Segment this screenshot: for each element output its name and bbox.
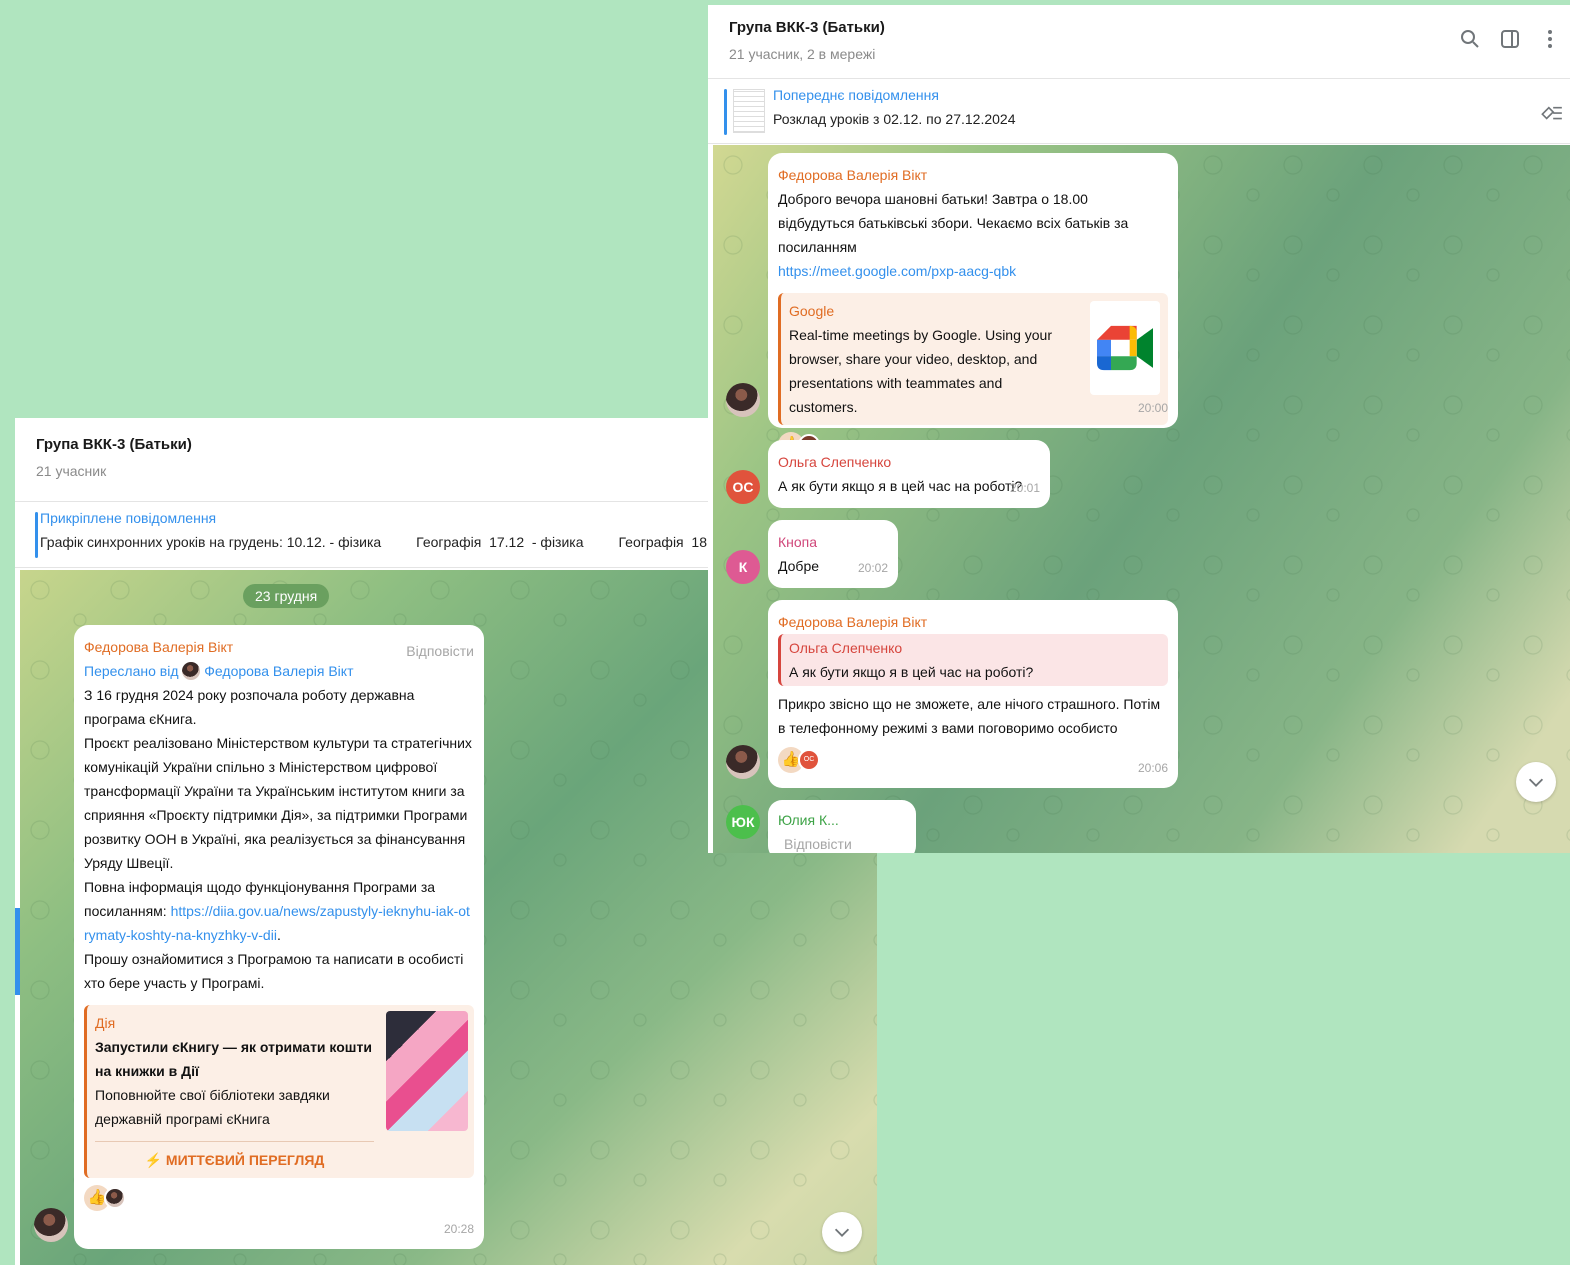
message-text-4: Прошу ознайомитися з Програмою та написа… (84, 951, 464, 991)
more-icon[interactable] (1538, 27, 1562, 51)
message-text: Доброго вечора шановні батьки! Завтра о … (778, 191, 1129, 255)
quote-text: А як бути якщо я в цей час на роботі? (789, 664, 1034, 680)
message-bubble[interactable]: Кнопа Добре 20:02 (768, 520, 898, 588)
chat-window-right: Група ВКК-3 (Батьки) 21 учасник, 2 в мер… (708, 5, 1570, 853)
avatar-os[interactable]: ОС (726, 470, 760, 504)
selection-indicator (15, 908, 20, 995)
pinned-text: Розклад уроків з 02.12. по 27.12.2024 (773, 111, 1016, 127)
message-text-3: Повна інформація щодо функціонування Про… (84, 875, 474, 947)
reactor-avatar: ОС (798, 749, 820, 771)
forwarded-name: Федорова Валерія Вікт (204, 663, 354, 679)
avatar[interactable] (34, 1208, 68, 1242)
forwarded-prefix: Переслано від (84, 663, 179, 679)
chat-header[interactable]: Група ВКК-3 (Батьки) 21 учасник, 2 в мер… (708, 5, 1570, 79)
message-bubble[interactable]: Федорова Валерія Вікт Відповісти Пересла… (74, 625, 484, 1249)
avatar[interactable] (726, 745, 760, 779)
google-meet-icon (1090, 301, 1160, 395)
chevron-down-icon (1528, 778, 1544, 787)
message-time: 20:01 (1009, 481, 1040, 495)
reactions[interactable]: 👍 ОС (778, 746, 1168, 774)
message-bubble[interactable]: Федорова Валерія Вікт Ольга Слепченко А … (768, 600, 1178, 788)
message-bubble[interactable]: Ольга Слепченко А як бути якщо я в цей ч… (768, 440, 1050, 508)
header-actions (1458, 27, 1562, 51)
date-separator: 23 грудня (243, 584, 330, 608)
pinned-list-icon[interactable] (1538, 99, 1564, 125)
chat-title: Група ВКК-3 (Батьки) (729, 19, 885, 36)
chat-subtitle: 21 учасник, 2 в мережі (729, 46, 876, 62)
reply-button[interactable]: Відповісти (784, 836, 852, 852)
reactor-avatar (104, 1187, 126, 1209)
avatar[interactable] (726, 383, 760, 417)
pinned-text: Графік синхронних уроків на грудень: 10.… (40, 534, 735, 550)
message-text-2: Проєкт реалізовано Міністерством культур… (84, 735, 472, 871)
reply-button[interactable]: Відповісти (406, 639, 474, 663)
preview-site: Дія (95, 1015, 116, 1031)
pinned-thumbnail (733, 89, 765, 133)
scroll-down-button[interactable] (1516, 762, 1556, 802)
message-time: 20:02 (857, 561, 888, 575)
forwarded-avatar (182, 662, 201, 680)
sender-name[interactable]: Федорова Валерія Вікт (778, 163, 1168, 187)
message-bubble[interactable]: Юлия К... Відповісти (768, 800, 916, 853)
message-text: А як бути якщо я в цей час на роботі? (778, 478, 1023, 494)
link-preview[interactable]: Дія Запустили єКнигу — як отримати кошти… (84, 1005, 474, 1178)
message-bubble[interactable]: Федорова Валерія Вікт Доброго вечора шан… (768, 153, 1178, 458)
pinned-message[interactable]: Попереднє повідомлення Розклад уроків з … (708, 79, 1570, 144)
preview-title: Запустили єКнигу — як отримати кошти на … (95, 1039, 372, 1079)
search-icon[interactable] (1458, 27, 1482, 51)
avatar-k[interactable]: К (726, 550, 760, 584)
pinned-title: Прикріплене повідомлення (40, 510, 217, 526)
message-text-3-post: . (276, 927, 281, 943)
preview-description: Real-time meetings by Google. Using your… (789, 327, 1053, 415)
chevron-down-icon (834, 1228, 850, 1237)
reactions[interactable]: 👍 (84, 1184, 474, 1212)
pinned-bar (724, 89, 727, 135)
pinned-title: Попереднє повідомлення (773, 87, 939, 103)
scroll-down-button[interactable] (822, 1212, 862, 1252)
sender-name[interactable]: Юлия К... (778, 812, 839, 828)
sidebar-toggle-icon[interactable] (1498, 27, 1522, 51)
sender-name[interactable]: Ольга Слепченко (778, 450, 1040, 474)
quote-sender: Ольга Слепченко (789, 640, 903, 656)
message-time: 20:06 (1137, 761, 1168, 775)
link-preview[interactable]: Google Real-time meetings by Google. Usi… (778, 293, 1168, 425)
message-text-1: З 16 грудня 2024 року розпочала роботу д… (84, 687, 415, 727)
message-link[interactable]: https://meet.google.com/pxp-aacg-qbk (778, 259, 1168, 283)
message-text: Прикро звісно що не зможете, але нічого … (778, 696, 1161, 736)
instant-view-button[interactable]: ⚡ МИТТЄВИЙ ПЕРЕГЛЯД (95, 1141, 374, 1172)
avatar-yk[interactable]: ЮК (726, 805, 760, 839)
message-time: 20:28 (443, 1222, 474, 1236)
sender-name[interactable]: Кнопа (778, 530, 888, 554)
reply-quote[interactable]: Ольга Слепченко А як бути якщо я в цей ч… (778, 634, 1168, 686)
preview-image (386, 1011, 468, 1131)
message-time: 20:00 (1137, 401, 1168, 415)
messages-area[interactable]: Федорова Валерія Вікт Доброго вечора шан… (713, 145, 1570, 853)
preview-description: Поповнюйте свої бібліотеки завдяки держа… (95, 1087, 330, 1127)
sender-name[interactable]: Федорова Валерія Вікт (778, 610, 1168, 634)
preview-site: Google (789, 303, 835, 319)
pinned-bar (35, 512, 38, 558)
